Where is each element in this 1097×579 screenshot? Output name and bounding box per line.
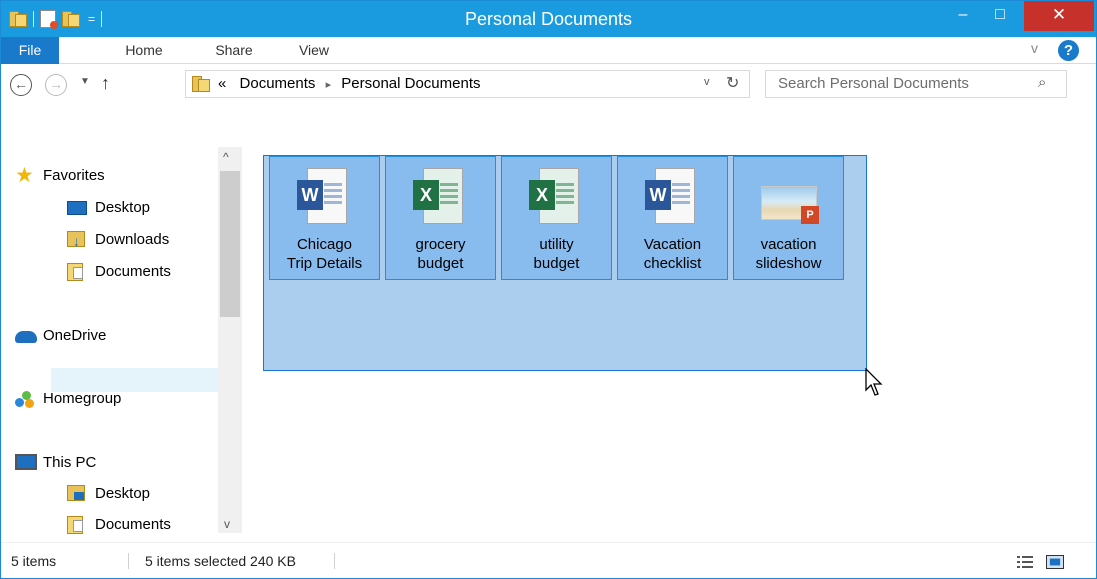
file-item[interactable]: P vacation slideshow [733, 156, 844, 280]
powerpoint-badge: P [801, 206, 819, 224]
file-name: vacation slideshow [734, 235, 843, 273]
file-name-line: Vacation [643, 236, 702, 253]
navigation-scrollbar[interactable]: ^ v [218, 147, 242, 533]
scroll-up-arrow-icon[interactable]: ^ [223, 150, 229, 164]
status-separator [128, 553, 129, 569]
minimize-button[interactable]: – [947, 1, 979, 31]
file-item[interactable]: X grocery budget [385, 156, 496, 280]
details-view-icon[interactable] [1016, 555, 1034, 569]
file-item[interactable]: W Chicago Trip Details [269, 156, 380, 280]
back-button[interactable]: ← [10, 74, 32, 96]
desktop-icon [67, 201, 87, 215]
excel-badge: X [413, 180, 439, 210]
word-badge: W [297, 180, 323, 210]
search-input[interactable]: Search Personal Documents ⌕ [765, 70, 1067, 98]
quick-access-toolbar: = [9, 9, 103, 29]
search-placeholder: Search Personal Documents [778, 75, 969, 92]
explorer-window: = Personal Documents – □ ✕ File Home Sha… [0, 0, 1097, 579]
file-name-line: slideshow [755, 255, 822, 272]
breadcrumb: « Documents ▸ Personal Documents [218, 71, 481, 97]
file-name-line: vacation [760, 236, 817, 253]
up-button[interactable]: ↑ [101, 73, 110, 94]
onedrive-icon [15, 331, 37, 343]
file-name-line: budget [417, 255, 464, 272]
toolbar-separator [101, 11, 103, 27]
search-icon[interactable]: ⌕ [1038, 74, 1046, 91]
nav-documents-label: Documents [95, 263, 171, 280]
file-name: utility budget [502, 235, 611, 273]
ribbon-tab-bar: File Home Share View v ? [1, 37, 1096, 64]
file-name: Chicago Trip Details [270, 235, 379, 273]
forward-button[interactable]: → [45, 74, 67, 96]
scroll-down-arrow-icon[interactable]: v [224, 517, 230, 531]
expand-ribbon-chevron-icon[interactable]: v [1031, 40, 1038, 56]
file-name-line: checklist [643, 255, 702, 272]
customize-toolbar-dropdown[interactable]: = [88, 12, 95, 26]
excel-workbook-icon: X [529, 168, 585, 226]
status-separator [334, 553, 335, 569]
word-document-icon: W [297, 168, 353, 226]
selection-info: 5 items selected 240 KB [145, 553, 296, 569]
breadcrumb-chevron-icon[interactable]: ▸ [326, 79, 332, 91]
word-document-icon: W [645, 168, 701, 226]
navigation-pane: ★ Favorites Desktop Downloads Documents … [1, 146, 244, 542]
recent-locations-dropdown[interactable]: ▼ [80, 76, 90, 87]
maximize-button[interactable]: □ [984, 1, 1016, 31]
desktop-folder-icon [67, 485, 85, 501]
nav-homegroup-label: Homegroup [43, 390, 122, 407]
tab-file[interactable]: File [1, 37, 59, 64]
homegroup-icon [15, 390, 35, 410]
nav-this-pc-label: This PC [43, 454, 97, 471]
documents-folder-icon [67, 516, 83, 534]
mouse-pointer-icon [865, 368, 883, 396]
excel-badge: X [529, 180, 555, 210]
toolbar-separator [33, 11, 34, 27]
file-name-line: grocery [415, 236, 466, 253]
window-title: Personal Documents [464, 9, 633, 29]
properties-icon[interactable] [40, 10, 58, 29]
scrollbar-thumb[interactable] [220, 171, 240, 317]
folder-icon[interactable] [9, 11, 27, 27]
file-name-line: Trip Details [286, 255, 363, 272]
excel-workbook-icon: X [413, 168, 469, 226]
nav-onedrive-label: OneDrive [43, 327, 107, 344]
star-icon: ★ [15, 164, 34, 187]
file-name: Vacation checklist [618, 235, 727, 273]
navigation-bar: ← → ▼ ↑ « Documents ▸ Personal Documents… [1, 65, 1096, 105]
nav-favorites-label: Favorites [43, 167, 105, 184]
file-name-line: budget [533, 255, 580, 272]
address-dropdown-icon[interactable]: v [704, 76, 710, 88]
file-name: grocery budget [386, 235, 495, 273]
folder-icon [192, 76, 210, 92]
nav-downloads-label: Downloads [95, 231, 170, 248]
tab-view[interactable]: View [294, 37, 334, 64]
file-name-line: Chicago [296, 236, 353, 253]
file-item[interactable]: W Vacation checklist [617, 156, 728, 280]
downloads-folder-icon [67, 229, 85, 253]
nav-desktop-label: Desktop [95, 199, 151, 216]
nav-pc-desktop-label: Desktop [95, 485, 151, 502]
item-count: 5 items [11, 553, 57, 569]
help-icon[interactable]: ? [1058, 40, 1079, 61]
computer-icon [15, 454, 37, 470]
breadcrumb-overflow[interactable]: « [218, 75, 226, 92]
nav-pc-documents-label: Documents [95, 516, 171, 533]
file-list[interactable]: W Chicago Trip Details X grocery budget [245, 105, 1095, 542]
title-bar[interactable]: = Personal Documents – □ ✕ [1, 1, 1096, 37]
status-bar: 5 items 5 items selected 240 KB [1, 542, 1096, 578]
refresh-icon[interactable]: ↻ [726, 73, 739, 93]
breadcrumb-documents[interactable]: Documents [240, 75, 316, 92]
file-item[interactable]: X utility budget [501, 156, 612, 280]
tab-home[interactable]: Home [119, 37, 169, 64]
file-name-line: utility [539, 236, 574, 253]
documents-folder-icon [67, 263, 83, 281]
address-bar[interactable]: « Documents ▸ Personal Documents v ↻ [185, 70, 750, 98]
powerpoint-presentation-icon: P [761, 168, 819, 226]
large-icons-view-icon[interactable] [1046, 555, 1064, 569]
new-folder-icon[interactable] [62, 11, 80, 27]
breadcrumb-personal-documents[interactable]: Personal Documents [341, 75, 480, 92]
tab-share[interactable]: Share [209, 37, 259, 64]
close-button[interactable]: ✕ [1024, 1, 1094, 31]
word-badge: W [645, 180, 671, 210]
